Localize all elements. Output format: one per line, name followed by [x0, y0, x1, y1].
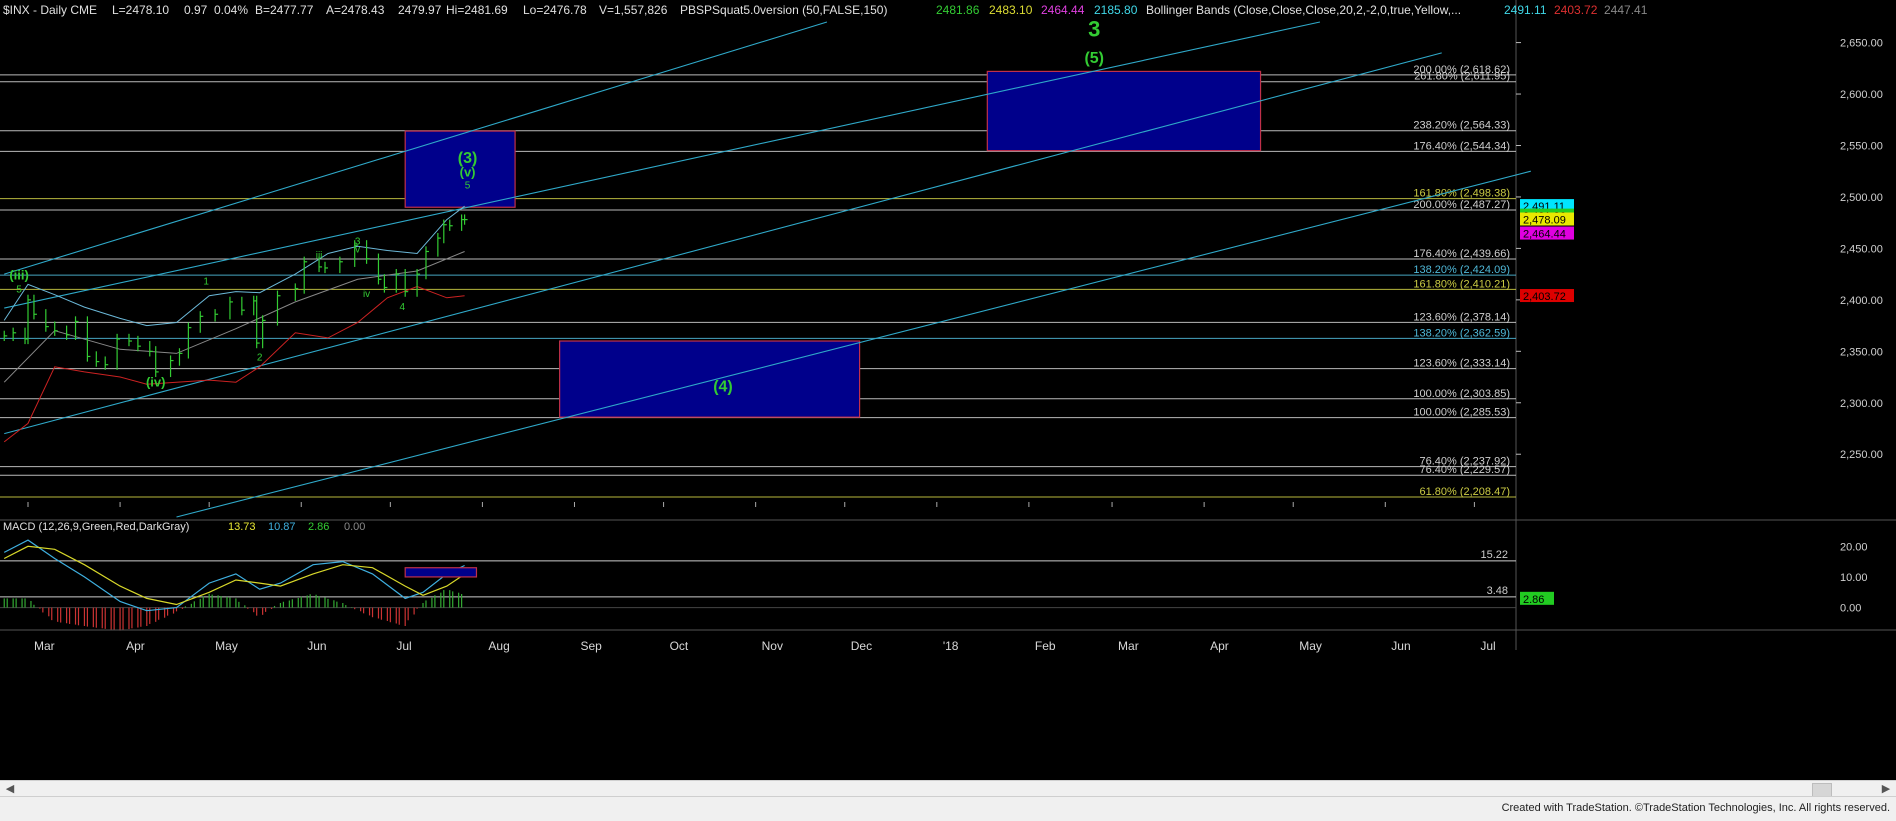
fib-label: 200.00% (2,487.27) [1413, 199, 1510, 211]
footer: Created with TradeStation. ©TradeStation… [0, 796, 1896, 821]
x-tick-label: Apr [1210, 639, 1229, 653]
header-symbol: $INX - Daily CME [3, 3, 97, 17]
x-tick-label: May [215, 639, 238, 653]
macd-ref-label: 15.22 [1480, 549, 1508, 561]
fib-label: 138.20% (2,362.59) [1413, 327, 1510, 339]
y-tick-label: 2,550.00 [1840, 140, 1883, 152]
y-tick-label: 2,450.00 [1840, 243, 1883, 255]
header-indicator1: PBSPSquat5.0version (50,FALSE,150) [680, 3, 887, 17]
footer-credit: Created with TradeStation. ©TradeStation… [1501, 802, 1890, 814]
wave-label: 1 [203, 276, 209, 287]
price-chart-svg: 2,650.00 2,600.00 2,550.00 2,500.00 2,450.00… [0, 0, 1896, 780]
x-tick-label: Jun [307, 639, 326, 653]
macd-legend-value: 2.86 [308, 521, 329, 533]
x-tick-label: Nov [762, 639, 783, 653]
price-tag-label: 2,478.09 [1523, 214, 1566, 226]
fib-label: 176.40% (2,439.66) [1413, 248, 1510, 260]
wave-label: 3 [1088, 16, 1100, 41]
fib-label: 61.80% (2,208.47) [1419, 486, 1510, 498]
y-tick-label: 2,650.00 [1840, 38, 1883, 50]
x-tick-label: May [1299, 639, 1322, 653]
scroll-left-icon[interactable]: ◀ [2, 781, 18, 797]
x-tick-label: Feb [1035, 639, 1056, 653]
fib-label: 238.20% (2,564.33) [1413, 120, 1510, 132]
fib-label: 123.60% (2,333.14) [1413, 358, 1510, 370]
header-vol: V=1,557,826 [599, 3, 668, 17]
header-open: 2479.97 [398, 3, 442, 17]
header-hi: Hi=2481.69 [446, 3, 508, 17]
wave-label: iv [363, 289, 370, 300]
chart-background [0, 0, 1896, 780]
x-tick-label: Jul [1480, 639, 1495, 653]
wave-label: 2 [257, 353, 263, 364]
wave-label: v [355, 245, 360, 256]
header-indicator2: Bollinger Bands (Close,Close,Close,20,2,… [1146, 3, 1461, 17]
fib-label: 100.00% (2,303.85) [1413, 388, 1510, 400]
macd-price-tag-label: 2.86 [1523, 594, 1544, 606]
x-tick-label: Jun [1391, 639, 1410, 653]
x-tick-label: Mar [1118, 639, 1139, 653]
y-tick-label: 2,500.00 [1840, 192, 1883, 204]
fib-label: 138.20% (2,424.09) [1413, 264, 1510, 276]
header-lo: Lo=2476.78 [523, 3, 587, 17]
y-tick-label: 2,250.00 [1840, 449, 1883, 461]
header-ind1-v3: 2464.44 [1041, 3, 1085, 17]
y-tick-label: 2,350.00 [1840, 346, 1883, 358]
macd-legend-value: 13.73 [228, 521, 256, 533]
wave-label: (iii) [9, 267, 29, 282]
price-tag-label: 2,464.44 [1523, 229, 1566, 241]
macd-title: MACD (12,26,9,Green,Red,DarkGray) [3, 521, 189, 533]
macd-tick-label: 10.00 [1840, 572, 1868, 584]
y-tick-label: 2,300.00 [1840, 398, 1883, 410]
wave-label: (iv) [146, 374, 166, 389]
header-ask: A=2478.43 [326, 3, 385, 17]
horizontal-scrollbar[interactable]: ◀ ▶ [0, 780, 1896, 797]
wave-label: iii [316, 251, 323, 262]
fib-label: 261.80% (2,611.95) [1414, 71, 1510, 83]
fib-label: 161.80% (2,410.21) [1413, 278, 1510, 290]
x-tick-label: Dec [851, 639, 872, 653]
macd-tick-label: 0.00 [1840, 603, 1861, 615]
fib-label: 123.60% (2,378.14) [1413, 311, 1510, 323]
x-tick-label: Oct [670, 639, 689, 653]
macd-tick-label: 20.00 [1840, 541, 1868, 553]
header-ind1-v4: 2185.80 [1094, 3, 1138, 17]
wave-label: (v) [460, 164, 476, 179]
scroll-thumb[interactable] [1812, 783, 1832, 797]
scroll-right-icon[interactable]: ▶ [1878, 781, 1894, 797]
macd-ref-label: 3.48 [1487, 585, 1508, 597]
x-tick-label: '18 [943, 639, 959, 653]
wave-label: 5 [16, 285, 22, 296]
y-tick-label: 2,600.00 [1840, 89, 1883, 101]
price-tag-label: 2,403.72 [1523, 291, 1566, 303]
wave-label: (5) [1084, 50, 1104, 67]
header-bb-mid: 2447.41 [1604, 3, 1648, 17]
header-last: L=2478.10 [112, 3, 169, 17]
fib-label: 76.40% (2,229.57) [1419, 464, 1510, 476]
x-tick-label: Jul [396, 639, 411, 653]
header-pct: 0.04% [214, 3, 248, 17]
wave-label: (4) [713, 378, 733, 395]
header-change: 0.97 [184, 3, 208, 17]
header-ind1-v2: 2483.10 [989, 3, 1033, 17]
fib-label: 100.00% (2,285.53) [1413, 407, 1510, 419]
macd-box [404, 567, 478, 578]
header-bb-upper: 2491.11 [1504, 3, 1547, 17]
wave-label: 4 [399, 302, 405, 313]
macd-legend-value: 0.00 [344, 521, 365, 533]
x-tick-label: Apr [126, 639, 145, 653]
target-box [986, 70, 1262, 152]
x-tick-label: Mar [34, 639, 55, 653]
wave-label: 5 [465, 181, 471, 192]
fib-label: 176.40% (2,544.34) [1413, 140, 1510, 152]
target-box [559, 340, 861, 418]
header-bid: B=2477.77 [255, 3, 314, 17]
chart-window: 2,650.00 2,600.00 2,550.00 2,500.00 2,450.00… [0, 0, 1896, 820]
x-tick-label: Sep [580, 639, 602, 653]
header-ind1-v1: 2481.86 [936, 3, 980, 17]
header-bb-lower: 2403.72 [1554, 3, 1598, 17]
macd-legend-value: 10.87 [268, 521, 296, 533]
x-tick-label: Aug [488, 639, 509, 653]
y-tick-label: 2,400.00 [1840, 295, 1883, 307]
